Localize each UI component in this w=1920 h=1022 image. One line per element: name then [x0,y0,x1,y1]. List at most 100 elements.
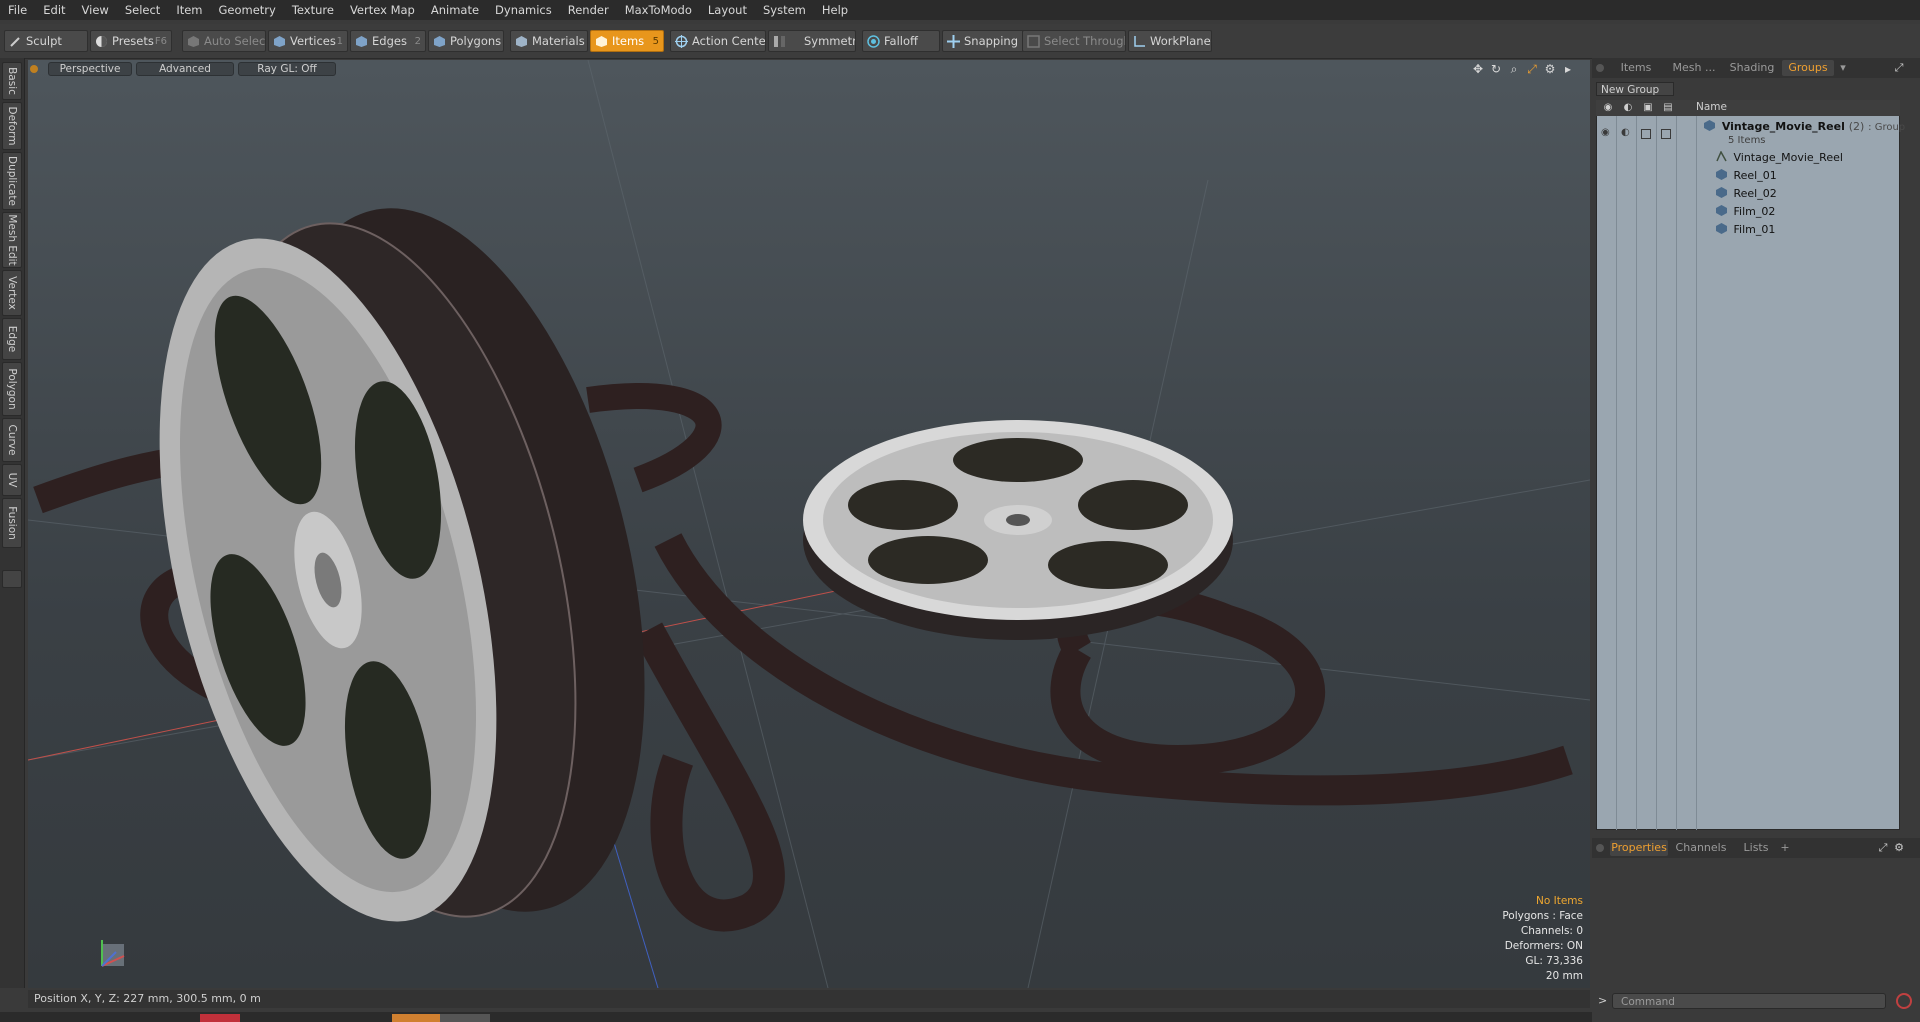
gear-icon[interactable]: ⚙ [1544,63,1556,75]
group-lock-checkbox[interactable] [1641,129,1651,139]
item-label: Vintage_Movie_Reel [1733,151,1843,164]
render-icon[interactable]: ◐ [1622,102,1634,114]
tab-channels[interactable]: Channels [1672,840,1730,856]
tab-fusion[interactable]: Fusion [2,498,22,548]
tab-items[interactable]: Items [1610,60,1662,76]
tab-vertex[interactable]: Vertex [2,270,22,316]
command-input[interactable]: Command [1612,993,1886,1009]
symmetry-button[interactable]: Symmetry [768,30,856,52]
falloff-icon [867,34,880,48]
menu-texture[interactable]: Texture [284,0,342,20]
tab-uv[interactable]: UV [2,464,22,496]
panel-dot[interactable] [1596,64,1604,72]
tab-deform[interactable]: Deform [2,102,22,150]
eye-icon[interactable]: ◉ [1602,102,1614,114]
list-item[interactable]: Reel_02 [1716,186,1777,202]
gear-lower-icon[interactable]: ⚙ [1892,840,1906,856]
action-center-button[interactable]: Action Center [670,30,766,52]
menu-dynamics[interactable]: Dynamics [487,0,560,20]
bottom-tab-bar: Properties Channels Lists + ⤢ ⚙ [1592,838,1920,858]
record-icon[interactable] [1896,993,1912,1009]
timeline-marker-orange [392,1014,440,1022]
menu-animate[interactable]: Animate [423,0,487,20]
workplane-button[interactable]: WorkPlane [1128,30,1212,52]
move-view-icon[interactable]: ✥ [1472,63,1484,75]
group-count: (2) [1848,120,1865,133]
menu-view[interactable]: View [74,0,117,20]
group-render-icon[interactable]: ◐ [1621,127,1630,138]
mesh-icon [1716,169,1727,180]
falloff-button[interactable]: Falloff [862,30,940,52]
symmetry-label: Symmetry [804,34,855,48]
new-group-button[interactable]: New Group [1596,82,1674,96]
tab-polygon[interactable]: Polygon [2,362,22,416]
list-item[interactable]: Film_02 [1716,204,1775,220]
menu-help[interactable]: Help [814,0,856,20]
fit-view-icon[interactable]: ⤢ [1526,63,1538,75]
presets-label: Presets [112,34,154,48]
expand-lower-icon[interactable]: ⤢ [1876,840,1890,856]
menu-maxtomodo[interactable]: MaxToModo [617,0,700,20]
tab-groups[interactable]: Groups [1782,60,1834,76]
tab-overflow-icon[interactable]: ▾ [1836,60,1850,76]
tab-properties[interactable]: Properties [1610,840,1668,856]
view-mode-dropdown[interactable]: Perspective [48,62,132,76]
polygons-button[interactable]: Polygons [428,30,504,52]
presets-button[interactable]: Presets F6 [90,30,172,52]
select-icon[interactable]: ▤ [1662,102,1674,114]
group-item-count: 5 Items [1728,135,1766,146]
edges-button[interactable]: Edges 2 [350,30,426,52]
main-toolbar: Sculpt Presets F6 Auto Select Vertices 1… [0,24,1920,59]
panel-dot-lower[interactable] [1596,844,1604,852]
viewport-header: Perspective Advanced Ray GL: Off ✥ ↻ ⌕ ⤢… [28,60,1590,78]
list-item[interactable]: Reel_01 [1716,168,1777,184]
vertices-button[interactable]: Vertices 1 [268,30,348,52]
menu-vertex-map[interactable]: Vertex Map [342,0,423,20]
items-button[interactable]: Items 5 [590,30,664,52]
column-divider [1656,116,1657,830]
snapping-button[interactable]: Snapping [942,30,1024,52]
menu-select[interactable]: Select [117,0,168,20]
auto-select-button[interactable]: Auto Select [182,30,266,52]
menu-edit[interactable]: Edit [35,0,73,20]
menu-bar: File Edit View Select Item Geometry Text… [0,0,1920,20]
list-item[interactable]: Film_01 [1716,222,1775,238]
tab-polygon-label: Polygon [6,368,18,410]
menu-geometry[interactable]: Geometry [211,0,284,20]
tab-shading[interactable]: Shading [1724,60,1780,76]
tab-lists[interactable]: Lists [1734,840,1778,856]
zoom-view-icon[interactable]: ⌕ [1508,63,1520,75]
add-tab-button[interactable]: + [1778,840,1792,856]
shading-dropdown[interactable]: Advanced [136,62,234,76]
tab-basic[interactable]: Basic [2,62,22,100]
3d-viewport[interactable] [28,60,1590,988]
raygl-dropdown[interactable]: Ray GL: Off [238,62,336,76]
menu-item[interactable]: Item [168,0,210,20]
menu-render[interactable]: Render [560,0,617,20]
tab-duplicate[interactable]: Duplicate [2,152,22,210]
falloff-label: Falloff [884,34,918,48]
group-visible-icon[interactable]: ◉ [1601,127,1610,138]
viewport-menu-dot[interactable] [30,65,38,73]
lock-icon[interactable]: ▣ [1642,102,1654,114]
expand-icon[interactable]: ⤢ [1892,60,1906,76]
snapping-label: Snapping [964,34,1019,48]
group-type: : Group [1868,122,1906,133]
menu-layout[interactable]: Layout [700,0,755,20]
tab-mesh[interactable]: Mesh ... [1666,60,1722,76]
items-label: Items [612,34,645,48]
rotate-view-icon[interactable]: ↻ [1490,63,1502,75]
materials-button[interactable]: Materials [510,30,588,52]
tab-curve[interactable]: Curve [2,418,22,462]
select-through-button[interactable]: Select Through [1022,30,1126,52]
sculpt-button[interactable]: Sculpt [4,30,88,52]
group-select-checkbox[interactable] [1661,129,1671,139]
play-arrow-icon[interactable]: ▸ [1562,63,1574,75]
tab-edge[interactable]: Edge [2,318,22,360]
tab-mesh-edit[interactable]: Mesh Edit [2,212,22,268]
item-label: Reel_01 [1733,169,1777,182]
list-item[interactable]: Vintage_Movie_Reel [1716,150,1843,166]
menu-file[interactable]: File [0,0,35,20]
menu-system[interactable]: System [755,0,814,20]
panel-toggle[interactable] [2,570,22,588]
